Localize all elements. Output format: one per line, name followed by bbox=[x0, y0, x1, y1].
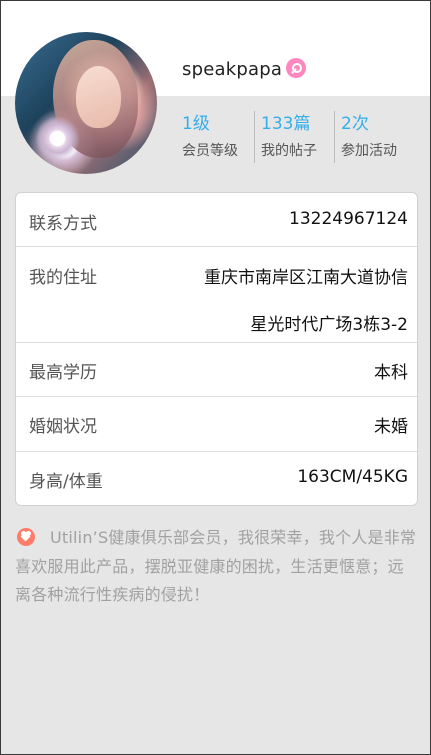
contact-row[interactable]: 联系方式 13224967124 bbox=[16, 193, 417, 247]
marital-status-value: 未婚 bbox=[374, 417, 408, 437]
vip-badge-icon bbox=[286, 58, 306, 78]
member-level-stat: 1级 会员等级 bbox=[182, 110, 238, 166]
member-introduction: Utilin’S健康俱乐部会员，我很荣幸，我个人是非常喜欢服用此产品，摆脱亚健康… bbox=[15, 528, 417, 604]
marital-status-row[interactable]: 婚姻状况 未婚 bbox=[16, 397, 417, 452]
avatar[interactable] bbox=[15, 32, 157, 174]
profile-screen: speakpapa 1级 会员等级 133篇 我的帖子 2次 参加活动 联系方式… bbox=[0, 0, 431, 755]
address-label: 我的住址 bbox=[29, 268, 97, 288]
education-row[interactable]: 最高学历 本科 bbox=[16, 343, 417, 397]
activities-label: 参加活动 bbox=[341, 143, 397, 159]
activities-value: 2次 bbox=[341, 114, 369, 134]
address-row[interactable]: 我的住址 重庆市南岸区江南大道协信 星光时代广场3栋3-2 bbox=[16, 247, 417, 343]
height-weight-label: 身高/体重 bbox=[29, 472, 103, 492]
marital-status-label: 婚姻状况 bbox=[29, 417, 97, 437]
stat-divider bbox=[334, 111, 335, 163]
avatar-photo-flower bbox=[35, 116, 80, 161]
member-level-value: 1级 bbox=[182, 114, 210, 134]
member-level-label: 会员等级 bbox=[182, 143, 238, 159]
my-posts-stat[interactable]: 133篇 我的帖子 bbox=[261, 110, 317, 166]
stat-divider bbox=[254, 111, 255, 163]
personal-info-card: 联系方式 13224967124 我的住址 重庆市南岸区江南大道协信 星光时代广… bbox=[15, 192, 418, 506]
my-posts-value: 133篇 bbox=[261, 114, 311, 134]
height-weight-value: 163CM/45KG bbox=[297, 467, 408, 487]
education-label: 最高学历 bbox=[29, 363, 97, 383]
activities-stat[interactable]: 2次 参加活动 bbox=[341, 110, 397, 166]
contact-label: 联系方式 bbox=[29, 214, 97, 234]
avatar-photo-face bbox=[76, 66, 121, 128]
username: speakpapa bbox=[182, 59, 283, 80]
contact-value: 13224967124 bbox=[289, 209, 408, 229]
address-line-2: 星光时代广场3栋3-2 bbox=[250, 315, 408, 335]
height-weight-row[interactable]: 身高/体重 163CM/45KG bbox=[16, 452, 417, 505]
my-posts-label: 我的帖子 bbox=[261, 143, 317, 159]
education-value: 本科 bbox=[374, 363, 408, 383]
address-line-1: 重庆市南岸区江南大道协信 bbox=[204, 268, 408, 288]
